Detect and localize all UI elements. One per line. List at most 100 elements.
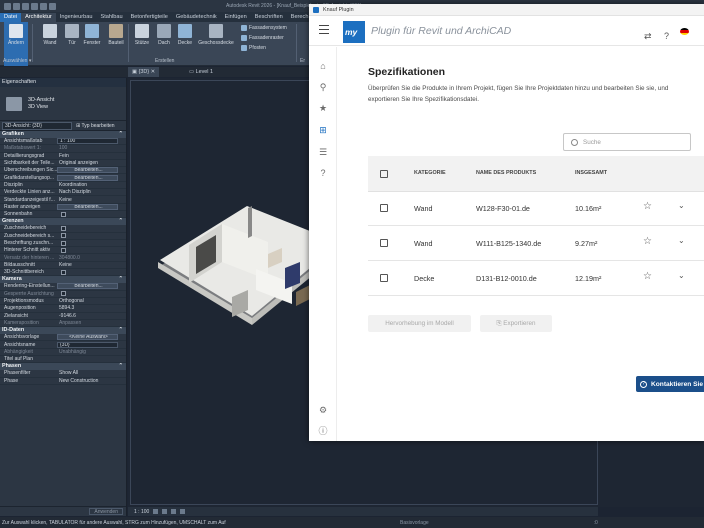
instance-filter-select[interactable]: 3D-Ansicht: {3D} [2,121,72,130]
property-edit-button[interactable]: Bearbeiten... [57,203,118,210]
edit-type-button[interactable]: ⊞ Typ bearbeiten [76,123,115,129]
tab-3d-view[interactable]: ▣ {3D} ✕ [128,67,160,77]
column-category[interactable]: KATEGORIE [414,170,446,176]
tab-gebaeudetechnik[interactable]: Gebäudetechnik [172,13,221,22]
property-edit-button[interactable]: Bearbeiten... [57,167,118,174]
property-value: 304800.0 [59,254,80,261]
checklist-icon[interactable]: ☰ [318,147,328,157]
collapse-icon[interactable]: ⌃ [118,218,123,225]
property-checkbox[interactable] [61,233,66,239]
select-all-checkbox[interactable] [380,170,388,178]
property-checkbox[interactable] [61,240,66,246]
apply-button[interactable]: Anwenden [89,508,123,515]
row-checkbox[interactable] [380,239,388,247]
property-section-header[interactable]: Grafiken ⌃ [0,131,126,138]
workset-label[interactable]: Basisvorlage [400,520,429,526]
revit-logo-icon[interactable] [4,2,11,10]
curtain-system-button[interactable]: Fassadensystem [241,25,287,31]
german-flag-icon[interactable] [680,28,689,35]
tab-file[interactable]: Datei [0,13,22,22]
redo-icon[interactable] [40,2,47,10]
search-input[interactable]: Suche [563,133,691,151]
export-button[interactable]: ⎘ Exportieren [480,315,552,332]
mullion-button[interactable]: Pfosten [241,45,266,51]
property-checkbox[interactable] [61,225,66,231]
highlight-in-model-button[interactable]: Hervorhebung im Modell [368,315,471,332]
wall-button[interactable]: Wand [38,24,62,46]
favorite-star-icon[interactable]: ☆ [643,236,652,247]
open-icon[interactable] [13,2,20,10]
chevron-down-icon[interactable]: ⌄ [678,271,685,280]
extra-panel-label: Er [300,58,305,64]
detail-level-icon[interactable] [153,509,159,514]
property-checkbox[interactable] [61,269,66,275]
row-checkbox[interactable] [380,274,388,282]
component-button[interactable]: Bauteil [104,24,128,46]
property-name: Abhängigkeit [4,348,33,355]
faq-icon[interactable]: ? [318,168,328,178]
visual-style-icon[interactable] [162,509,168,514]
property-checkbox[interactable] [61,247,66,253]
sync-icon[interactable]: ⇄ [644,31,652,42]
info-icon[interactable]: ⓘ [318,426,328,436]
save-icon[interactable] [22,2,29,10]
property-value[interactable]: {3D} [57,341,118,348]
home-icon[interactable]: ⌂ [318,61,328,71]
floor-button[interactable]: Geschossdecke [198,24,234,46]
curtain-grid-button[interactable]: Fassadenraster [241,35,284,41]
row-checkbox[interactable] [380,204,388,212]
tab-betonfertigteile[interactable]: Betonfertigteile [127,13,172,22]
print-icon[interactable] [49,2,56,10]
undo-icon[interactable] [31,2,38,10]
property-section-header[interactable]: Kamera ⌃ [0,276,126,284]
tab-stahlbau[interactable]: Stahlbau [96,13,126,22]
property-section-header[interactable]: Phasen ⌃ [0,363,126,371]
column-total[interactable]: INSGESAMT [575,170,607,176]
collapse-icon[interactable]: ⌃ [118,131,123,138]
section-title: ID-Daten [2,327,25,334]
tab-level-1[interactable]: ▭ Level 1 [185,67,217,77]
star-icon[interactable]: ★ [318,103,328,113]
property-section-header[interactable]: ID-Daten ⌃ [0,327,126,335]
contact-button[interactable]: ? Kontaktieren Sie [636,376,704,392]
collapse-icon[interactable]: ⌃ [118,276,123,283]
view-scale[interactable]: 1 : 100 [134,509,149,515]
table-row[interactable]: Wand W128-F30-01.de 10.16m² ☆ ⌄ [368,192,704,226]
table-row[interactable]: Wand W111-B125-1340.de 9.27m² ☆ ⌄ [368,227,704,261]
column-button[interactable]: Stütze [130,24,154,46]
table-row[interactable]: Decke D131-B12-0010.de 12.19m² ☆ ⌄ [368,262,704,296]
select-panel-label[interactable]: Auswählen ▾ [3,58,31,64]
property-value: Original anzeigen [59,160,98,167]
collapse-icon[interactable]: ⌃ [118,363,123,370]
favorite-star-icon[interactable]: ☆ [643,201,652,212]
property-edit-button[interactable]: <Keine Auswahl> [57,334,118,341]
collapse-icon[interactable]: ⌃ [118,327,123,334]
search-icon[interactable]: ⚲ [318,82,328,92]
type-selector[interactable]: 3D-Ansicht 3D View ▾ [0,87,126,121]
property-checkbox[interactable] [61,291,66,297]
shadows-icon[interactable] [180,509,186,514]
property-section-header[interactable]: Grenzen ⌃ [0,218,126,226]
property-edit-button[interactable]: Bearbeiten... [57,174,118,181]
chevron-down-icon[interactable]: ⌄ [678,201,685,210]
favorite-star-icon[interactable]: ☆ [643,271,652,282]
column-product-name[interactable]: NAME DES PRODUKTS [476,170,536,176]
section-title: Kamera [2,276,22,283]
menu-icon[interactable] [319,25,329,35]
tab-architektur[interactable]: Architektur [21,13,56,22]
chevron-down-icon[interactable]: ⌄ [678,236,685,245]
close-icon[interactable]: ✕ [151,69,156,75]
tab-ingenieurbau[interactable]: Ingenieurbau [56,13,97,22]
ceiling-button[interactable]: Decke [173,24,197,46]
gear-icon[interactable]: ⚙ [318,405,328,415]
specification-icon[interactable]: ⊞ [318,125,328,135]
export-icon: ⎘ [496,320,502,327]
property-checkbox[interactable] [61,211,66,217]
tab-beschriften[interactable]: Beschriften [251,13,287,22]
window-button[interactable]: Fenster [80,24,104,46]
sun-path-icon[interactable] [171,509,177,514]
help-icon[interactable]: ? [664,31,669,41]
property-edit-button[interactable]: Bearbeiten... [57,283,118,290]
property-value[interactable]: 1 : 100 [57,138,118,145]
tab-einfuegen[interactable]: Einfügen [221,13,251,22]
